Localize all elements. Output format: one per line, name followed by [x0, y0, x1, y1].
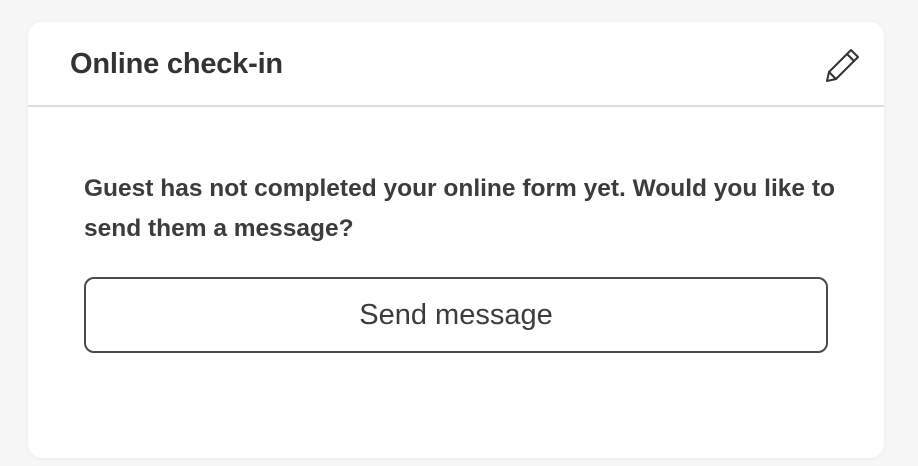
- pencil-icon: [826, 49, 859, 82]
- checkin-status-message: Guest has not completed your online form…: [84, 175, 835, 242]
- card-header: Online check-in: [28, 22, 884, 107]
- edit-button[interactable]: [820, 42, 866, 88]
- send-message-button[interactable]: Send message: [84, 277, 828, 353]
- card-title: Online check-in: [70, 48, 283, 80]
- online-checkin-card: Online check-in Guest has not completed …: [28, 22, 884, 458]
